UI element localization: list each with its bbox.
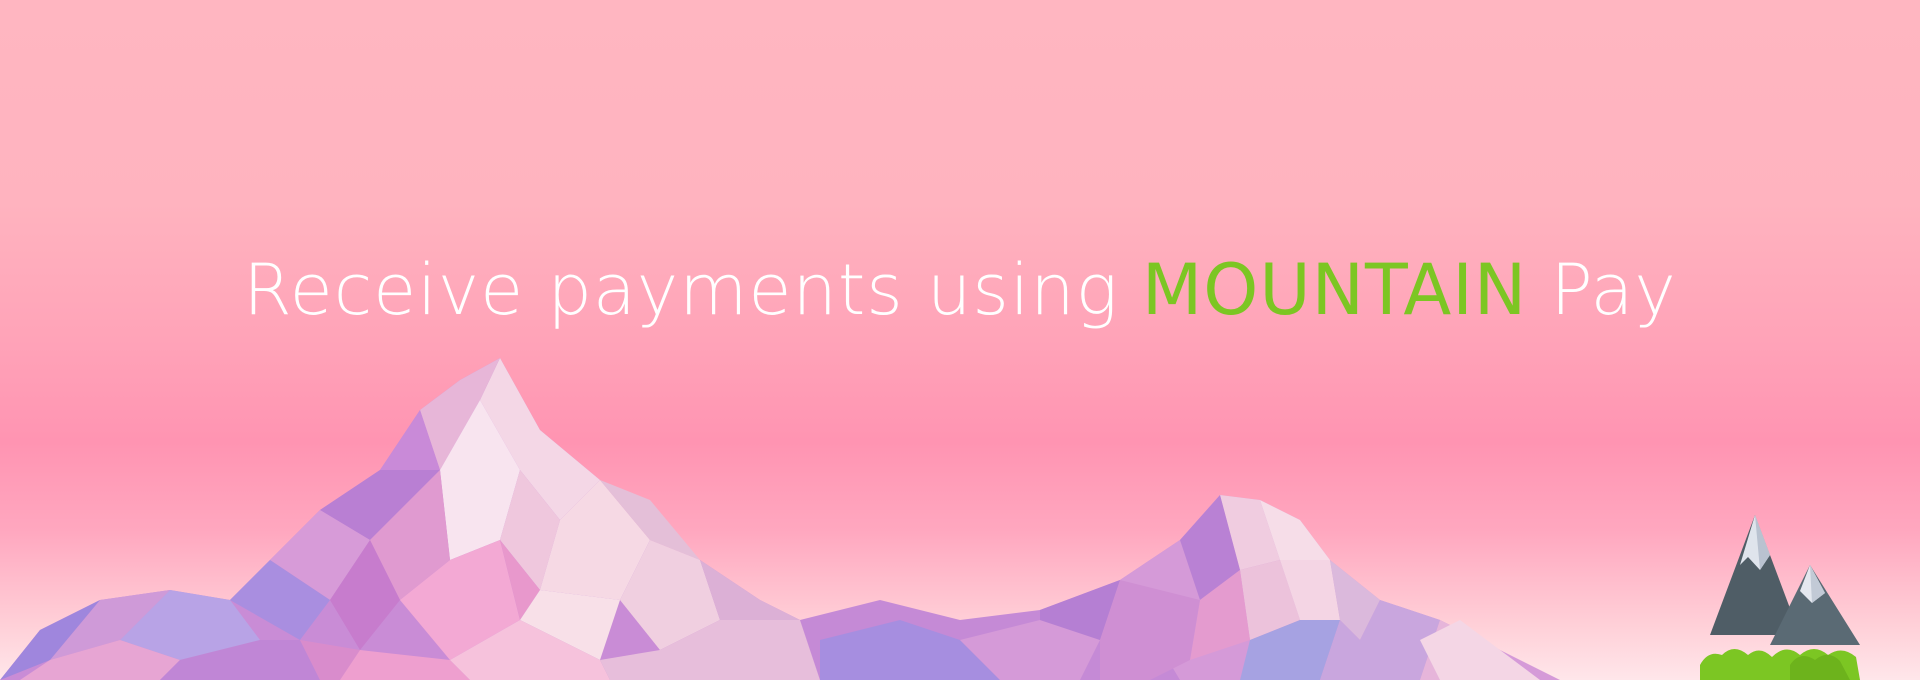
brand-name: MOUNTAIN [1141,249,1528,331]
hero-banner: Receive payments using MOUNTAIN Pay [0,0,1920,680]
low-poly-mountains-illustration [0,358,1560,680]
headline: Receive payments using MOUNTAIN Pay [0,255,1920,325]
headline-prefix: Receive payments using [243,249,1142,331]
mountain-logo-icon [1700,515,1860,680]
headline-suffix: Pay [1527,249,1677,331]
